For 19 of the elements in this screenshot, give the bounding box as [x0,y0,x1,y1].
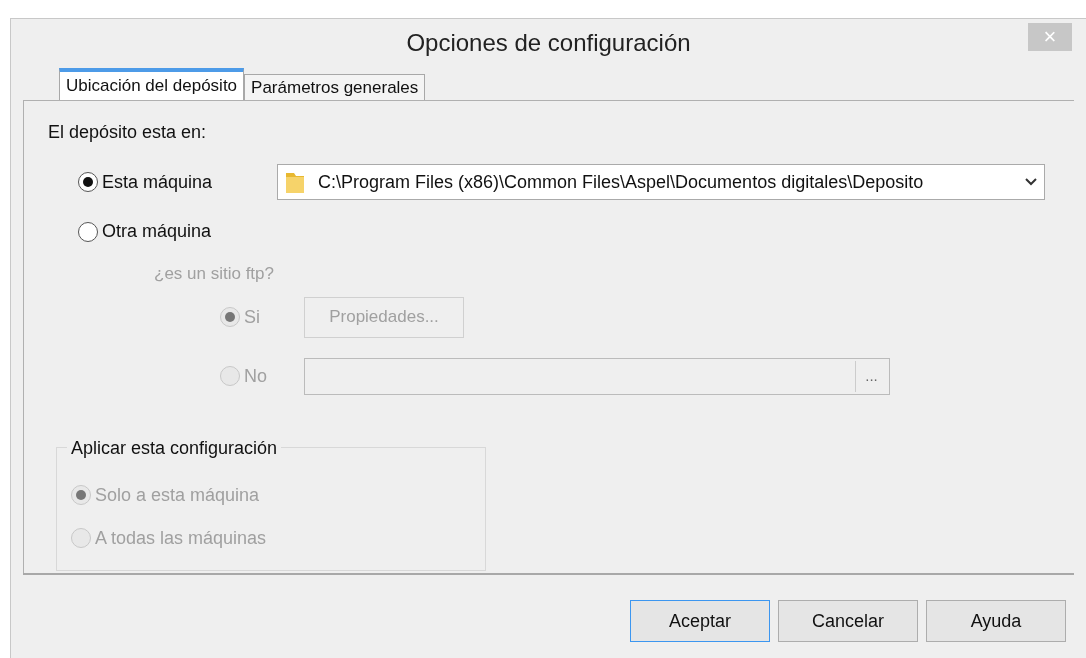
tab[interactable]: Ubicación del depósito [59,68,245,100]
radio-label: Si [244,305,260,329]
dialog-button[interactable]: Cancelar [778,600,918,642]
ftp-question: ¿es un sitio ftp? [154,263,275,285]
section-label: El depósito esta en: [48,121,208,144]
dialog-button[interactable]: Aceptar [630,600,770,642]
radio-button[interactable] [78,172,98,192]
chevron-down-icon [1024,177,1038,187]
radio-label: A todas las máquinas [95,526,267,550]
radio-label: Solo a esta máquina [95,483,260,507]
radio-label: Otra máquina [102,220,212,243]
window-title: Opciones de configuración [406,28,691,58]
radio-label: No [244,364,267,388]
radio-button[interactable] [78,221,98,242]
path-dropdown[interactable]: C:\Program Files (x86)\Common Files\Aspel\Documentos digitales\Deposito [277,164,1045,200]
dialog-button[interactable]: Ayuda [926,600,1066,642]
path-text: C:\Program Files (x86)\Common Files\Aspel\Documentos digitales\Deposito [318,170,925,194]
tab[interactable]: Parámetros generales [244,74,426,100]
radio-label: Esta máquina [102,170,213,194]
